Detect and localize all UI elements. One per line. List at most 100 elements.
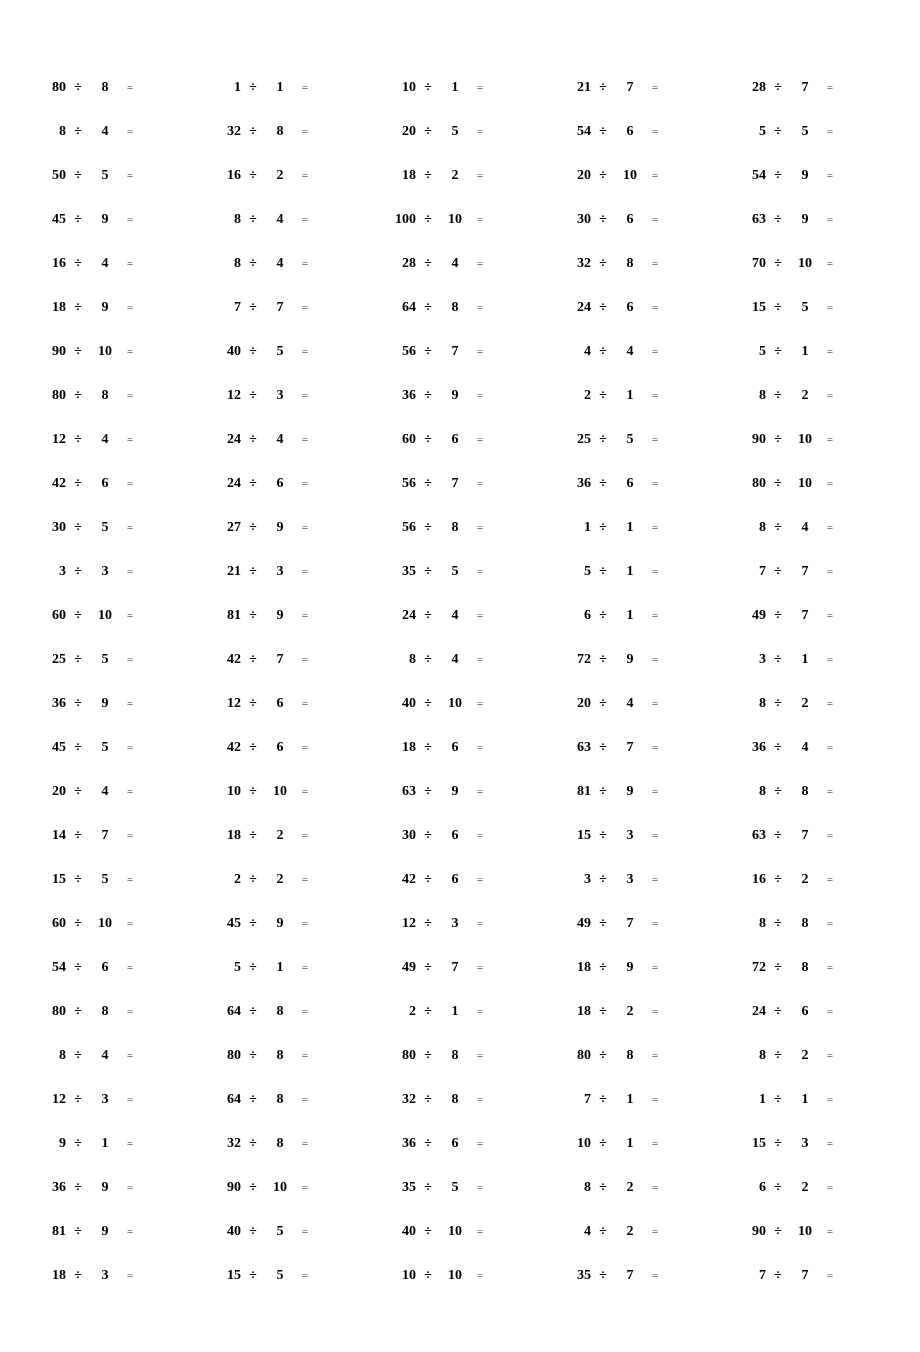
operator: ÷ [241,344,265,360]
division-problem: 80÷8= [30,80,190,96]
problem-row: 81÷9=40÷5=40÷10=4÷2=90÷10= [30,1224,890,1240]
divisor: 10 [440,1224,470,1240]
dividend: 6 [555,608,591,624]
dividend: 49 [730,608,766,624]
divisor: 9 [440,388,470,404]
divisor: 8 [440,300,470,316]
equals-sign: = [820,390,840,402]
division-problem: 8÷2= [730,696,890,712]
equals-sign: = [295,1006,315,1018]
dividend: 5 [730,344,766,360]
operator: ÷ [241,212,265,228]
equals-sign: = [820,258,840,270]
equals-sign: = [295,478,315,490]
dividend: 18 [380,740,416,756]
divisor: 10 [90,608,120,624]
equals-sign: = [470,962,490,974]
dividend: 8 [380,652,416,668]
dividend: 32 [555,256,591,272]
equals-sign: = [470,654,490,666]
equals-sign: = [470,346,490,358]
operator: ÷ [766,476,790,492]
division-problem: 90÷10= [730,432,890,448]
operator: ÷ [66,124,90,140]
operator: ÷ [416,652,440,668]
divisor: 6 [440,432,470,448]
divisor: 5 [90,872,120,888]
operator: ÷ [766,80,790,96]
divisor: 8 [440,520,470,536]
operator: ÷ [766,740,790,756]
dividend: 90 [730,432,766,448]
equals-sign: = [645,962,665,974]
divisor: 3 [90,1092,120,1108]
dividend: 45 [205,916,241,932]
equals-sign: = [470,214,490,226]
division-problem: 27÷9= [205,520,365,536]
equals-sign: = [470,830,490,842]
equals-sign: = [120,1182,140,1194]
division-problem: 10÷10= [205,784,365,800]
division-problem: 20÷4= [555,696,715,712]
equals-sign: = [295,742,315,754]
division-problem: 35÷5= [380,564,540,580]
divisor: 1 [615,1136,645,1152]
problem-row: 45÷9=8÷4=100÷10=30÷6=63÷9= [30,212,890,228]
divisor: 2 [790,388,820,404]
equals-sign: = [295,1270,315,1282]
dividend: 80 [30,388,66,404]
operator: ÷ [66,784,90,800]
equals-sign: = [645,390,665,402]
divisor: 6 [265,476,295,492]
dividend: 42 [30,476,66,492]
problem-row: 18÷9=7÷7=64÷8=24÷6=15÷5= [30,300,890,316]
dividend: 63 [730,212,766,228]
operator: ÷ [766,652,790,668]
divisor: 8 [265,124,295,140]
operator: ÷ [591,124,615,140]
divisor: 4 [90,124,120,140]
equals-sign: = [470,1182,490,1194]
divisor: 6 [615,124,645,140]
problem-row: 3÷3=21÷3=35÷5=5÷1=7÷7= [30,564,890,580]
equals-sign: = [645,742,665,754]
operator: ÷ [416,80,440,96]
operator: ÷ [591,1048,615,1064]
division-problem: 10÷10= [380,1268,540,1284]
equals-sign: = [295,918,315,930]
equals-sign: = [120,1226,140,1238]
divisor: 9 [90,1224,120,1240]
division-problem: 12÷3= [380,916,540,932]
division-problem: 24÷6= [555,300,715,316]
equals-sign: = [120,830,140,842]
divisor: 4 [440,652,470,668]
operator: ÷ [66,344,90,360]
division-problem: 18÷6= [380,740,540,756]
division-problem: 2÷1= [555,388,715,404]
dividend: 64 [205,1092,241,1108]
equals-sign: = [820,1006,840,1018]
division-problem: 80÷8= [30,1004,190,1020]
division-problem: 10÷1= [555,1136,715,1152]
operator: ÷ [66,476,90,492]
division-problem: 45÷9= [205,916,365,932]
division-problem: 20÷10= [555,168,715,184]
divisor: 9 [265,916,295,932]
equals-sign: = [120,566,140,578]
division-problem: 8÷4= [30,1048,190,1064]
dividend: 7 [205,300,241,316]
dividend: 40 [205,344,241,360]
equals-sign: = [120,214,140,226]
equals-sign: = [470,742,490,754]
divisor: 1 [790,344,820,360]
operator: ÷ [66,1004,90,1020]
dividend: 72 [555,652,591,668]
equals-sign: = [820,830,840,842]
divisor: 1 [265,80,295,96]
division-problem: 25÷5= [30,652,190,668]
dividend: 7 [730,1268,766,1284]
operator: ÷ [766,696,790,712]
operator: ÷ [591,1092,615,1108]
operator: ÷ [766,1180,790,1196]
operator: ÷ [416,916,440,932]
